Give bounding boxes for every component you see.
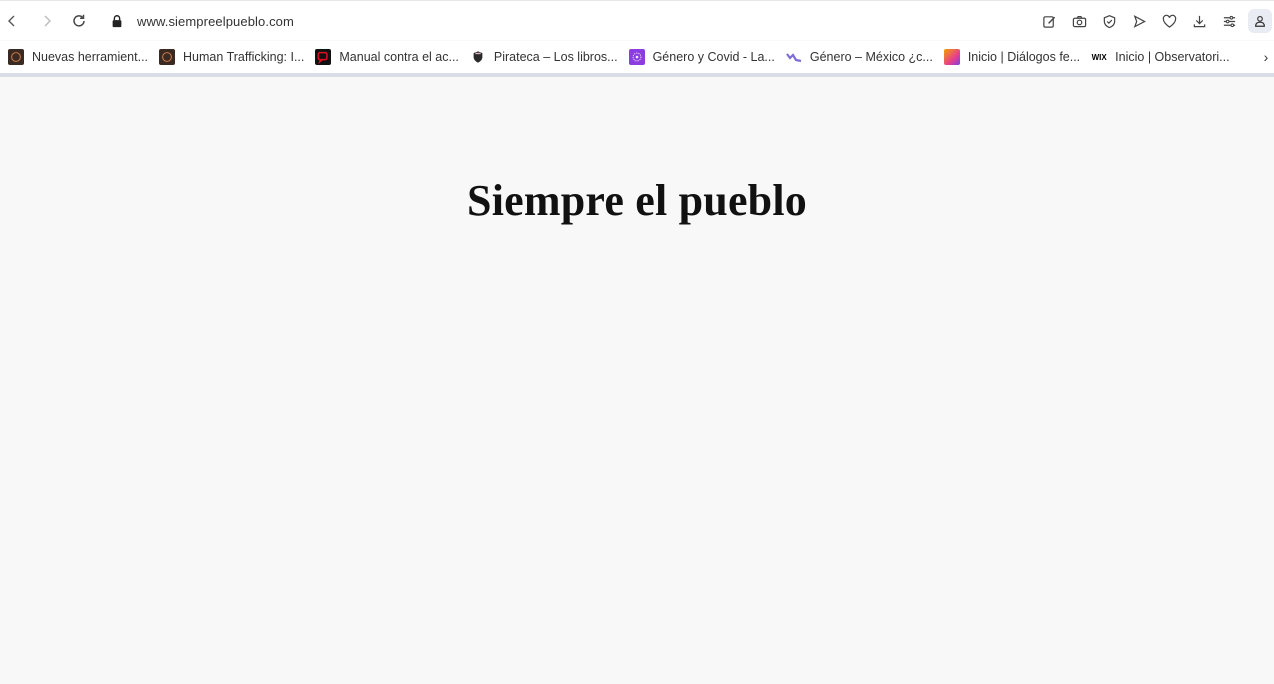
colorful-square-icon [943,49,960,65]
shield-button[interactable] [1094,7,1124,35]
edit-icon [1042,15,1055,28]
bookmarks-bar: Nuevas herramient... Human Trafficking: … [0,41,1274,73]
bookmark-item[interactable]: Manual contra el ac... [315,45,459,69]
bookmark-label: Pirateca – Los libros... [493,50,618,64]
profile-button[interactable] [1248,9,1272,33]
shield-icon [470,49,486,65]
dark-circle-icon [159,49,176,65]
bookmark-label: Inicio | Diálogos fe... [967,50,1081,64]
toolbar-actions [1034,7,1274,35]
dark-circle-icon [8,49,24,65]
camera-icon [1072,15,1086,27]
bookmark-label: Human Trafficking: I... [183,50,305,64]
purple-flower-icon [628,49,645,65]
profile-icon [1255,15,1265,27]
bookmark-label: Género – México ¿c... [809,50,933,64]
page-title: Siempre el pueblo [467,176,807,225]
menu-icon [1223,15,1235,27]
page-content: Siempre el pueblo [0,77,1274,684]
forward-button[interactable] [35,9,59,33]
edit-button[interactable] [1034,7,1064,35]
send-icon [1133,14,1146,28]
heart-button[interactable] [1154,7,1184,35]
lock-icon [106,10,128,32]
chevron-left-icon [8,15,15,27]
back-button[interactable] [0,9,24,33]
address-bar[interactable]: www.siempreelpueblo.com [106,9,294,33]
download-icon [1193,15,1205,27]
send-button[interactable] [1124,7,1154,35]
bookmark-item[interactable]: Human Trafficking: I... [159,45,304,69]
shield-icon [1103,14,1115,28]
camera-button[interactable] [1064,7,1094,35]
bookmark-label: Manual contra el ac... [339,50,459,64]
chevron-right-icon [44,15,51,27]
bookmark-item[interactable]: Nuevas herramient... [8,45,148,69]
wix-icon: WIX [1091,52,1107,62]
browser-toolbar: www.siempreelpueblo.com [0,0,1274,40]
bookmark-label: Género y Covid - La... [652,50,775,64]
bookmark-item[interactable]: Género y Covid - La... [628,45,775,69]
bookmark-label: Inicio | Observatori... [1115,50,1230,64]
bookmark-item[interactable]: Inicio | Diálogos fe... [943,45,1081,69]
download-button[interactable] [1184,7,1214,35]
url-text[interactable]: www.siempreelpueblo.com [137,14,294,29]
wave-icon [785,49,802,65]
reload-icon [73,14,85,27]
bookmark-item[interactable]: Pirateca – Los libros... [470,45,618,69]
chevron-right-icon: › [1263,49,1269,65]
bookmark-item[interactable]: Género – México ¿c... [785,45,933,69]
menu-button[interactable] [1214,7,1244,35]
bookmarks-overflow-button[interactable]: › [1258,45,1274,69]
red-square-icon [315,49,332,65]
reload-button[interactable] [67,9,91,33]
bookmark-label: Nuevas herramient... [32,50,149,64]
heart-icon [1162,14,1176,28]
bookmark-item[interactable]: WIX Inicio | Observatori... [1091,45,1230,69]
